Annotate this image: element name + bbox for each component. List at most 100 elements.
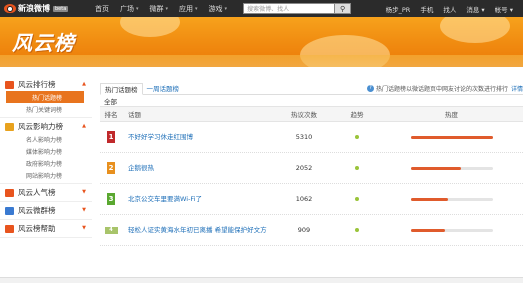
topic-link[interactable]: 企鹅很热	[128, 164, 154, 172]
nav-item-4[interactable]: 游戏 ▾	[209, 4, 228, 14]
top-right-link-1[interactable]: 找人	[443, 4, 456, 14]
heat-bar-fill	[410, 166, 462, 170]
chevron-down-icon: ▼	[82, 189, 86, 195]
sidebar-item[interactable]: 网站影响力榜	[0, 169, 92, 181]
filter-all[interactable]: 全部	[100, 95, 523, 106]
col-rank: 排名	[104, 111, 118, 119]
trend-cell	[334, 135, 380, 139]
nav-item-label: 微群	[149, 4, 164, 13]
sidebar-item[interactable]: 媒体影响力榜	[0, 145, 92, 157]
divider	[0, 117, 92, 118]
topic-link[interactable]: 不好好学习休走红围博	[128, 133, 193, 141]
weibo-logo[interactable]: 新浪微博 beta	[0, 0, 84, 17]
question-icon: ?	[366, 84, 374, 92]
chart-icon	[5, 80, 14, 89]
tab-1[interactable]: 一周话题榜	[143, 82, 184, 94]
trend-dot-icon	[355, 166, 359, 170]
search-input[interactable]: 搜索微博、找人	[243, 3, 336, 14]
heat-cell	[380, 197, 523, 201]
topic-link[interactable]: 北京公交车里要满Wi-Fi了	[128, 195, 202, 203]
trend-cell	[334, 228, 380, 232]
nav-item-label: 应用	[179, 4, 194, 13]
tip-more-link[interactable]: 详情	[511, 84, 523, 93]
topic-link[interactable]: 轻松人证实黄海水年初已离播 希望能保护好文方	[128, 226, 267, 234]
heat-bar	[410, 228, 493, 232]
user-name-link[interactable]: 杨步_PR	[386, 4, 411, 14]
nav-item-2[interactable]: 微群 ▾	[150, 4, 169, 14]
sidebar-item[interactable]: 热门话题榜	[6, 91, 84, 103]
trend-dot-icon	[355, 197, 359, 201]
tab-0[interactable]: 热门话题榜	[100, 83, 143, 95]
popularity-icon	[5, 188, 14, 197]
sidebar-item[interactable]: 政府影响力榜	[0, 157, 92, 169]
chevron-down-icon: ▾	[136, 5, 139, 12]
topic-table: 1 不好好学习休走红围博 5310 2 企鹅很热 2052 3 北京公交车里要满Wi-Fi了 1…	[100, 122, 523, 246]
count-cell: 1062	[295, 195, 313, 203]
sidebar-group-label: 风云影响力榜	[18, 122, 63, 131]
horizontal-scrollbar[interactable]	[0, 277, 523, 283]
ranking-tip: ? 热门话题榜以微话题页中网友讨论的次数进行排行 详情	[366, 82, 523, 94]
help-icon	[5, 224, 14, 233]
rank-cell: 2	[100, 162, 122, 174]
table-header: 排名 话题 热议次数 趋势 热度	[100, 106, 523, 122]
trend-dot-icon	[355, 228, 359, 232]
nav-item-label: 首页	[95, 4, 109, 13]
count-cell: 2052	[295, 164, 313, 172]
sidebar-group-label: 风云微群榜	[18, 206, 56, 215]
top-right-link-3[interactable]: 帐号 ▾	[495, 4, 513, 14]
sidebar: 风云排行榜 ▲ 热门话题榜 热门关键词榜 风云影响力榜 ▲ 名人影响力榜 媒体影响力榜 政府影响…	[0, 78, 92, 240]
top-right-link-2[interactable]: 消息 ▾	[466, 4, 484, 14]
col-trend: 趋势	[350, 111, 364, 119]
topic-cell: 企鹅很热	[122, 164, 274, 173]
trend-dot-icon	[355, 135, 359, 139]
count-cell: 5310	[295, 133, 313, 141]
table-row: 4 轻松人证实黄海水年初已离播 希望能保护好文方 909	[100, 215, 523, 246]
heat-bar	[410, 197, 493, 201]
nav-item-label: 游戏	[208, 4, 223, 13]
divider	[0, 219, 92, 220]
sidebar-group-label: 风云榜帮助	[18, 224, 56, 233]
heat-cell	[380, 228, 523, 232]
top-right-link-0[interactable]: 手机	[420, 4, 433, 14]
chevron-up-icon: ▲	[82, 81, 86, 87]
sidebar-item[interactable]: 热门关键词榜	[0, 103, 92, 115]
sidebar-group-1[interactable]: 风云影响力榜 ▲	[0, 120, 92, 133]
nav-item-1[interactable]: 广场 ▾	[120, 4, 139, 14]
sidebar-group-4[interactable]: 风云榜帮助 ▼	[0, 222, 92, 235]
nav-item-3[interactable]: 应用 ▾	[179, 4, 198, 14]
banner-stripe	[0, 55, 523, 67]
chevron-down-icon: ▾	[165, 5, 169, 12]
rank-cell: 4	[100, 226, 122, 234]
table-row: 3 北京公交车里要满Wi-Fi了 1062	[100, 184, 523, 215]
influence-icon	[5, 122, 14, 131]
sidebar-item[interactable]: 名人影响力榜	[0, 133, 92, 145]
sidebar-group-3[interactable]: 风云微群榜 ▼	[0, 204, 92, 217]
heat-bar-fill	[410, 135, 493, 139]
table-row: 1 不好好学习休走红围博 5310	[100, 122, 523, 153]
weibo-eye-icon	[4, 4, 16, 13]
table-row: 2 企鹅很热 2052	[100, 153, 523, 184]
trend-cell	[334, 166, 380, 170]
heat-bar-fill	[410, 197, 449, 201]
rank-badge: 2	[107, 162, 115, 174]
rank-badge: 4	[104, 226, 118, 234]
search-button[interactable]: ⚲	[335, 3, 352, 14]
sidebar-group-0[interactable]: 风云排行榜 ▲	[0, 78, 92, 91]
banner: 风云榜	[0, 17, 523, 67]
sidebar-group-2[interactable]: 风云人气榜 ▼	[0, 186, 92, 199]
beta-badge: beta	[53, 5, 69, 12]
nav-menu: 首页 广场 ▾ 微群 ▾ 应用 ▾ 游戏 ▾	[84, 4, 227, 14]
search-icon: ⚲	[339, 4, 346, 13]
divider	[0, 237, 92, 238]
tab-bar: 热门话题榜 一周话题榜 ? 热门话题榜以微话题页中网友讨论的次数进行排行 详情	[100, 82, 523, 95]
nav-item-0[interactable]: 首页	[95, 4, 109, 14]
divider	[0, 183, 92, 184]
topic-cell: 北京公交车里要满Wi-Fi了	[122, 195, 274, 204]
topic-cell: 轻松人证实黄海水年初已离播 希望能保护好文方	[122, 226, 274, 235]
top-nav-bar: 新浪微博 beta 首页 广场 ▾ 微群 ▾ 应用 ▾ 游戏 ▾ 搜索微博、找人 ⚲ 杨步_PR…	[0, 0, 523, 17]
top-right-menu: 杨步_PR 手机 找人 消息 ▾ 帐号 ▾	[376, 0, 513, 17]
main-content: 热门话题榜 一周话题榜 ? 热门话题榜以微话题页中网友讨论的次数进行排行 详情 全…	[100, 82, 523, 246]
count-cell: 909	[297, 226, 311, 234]
rank-cell: 1	[100, 131, 122, 143]
trend-cell	[334, 197, 380, 201]
